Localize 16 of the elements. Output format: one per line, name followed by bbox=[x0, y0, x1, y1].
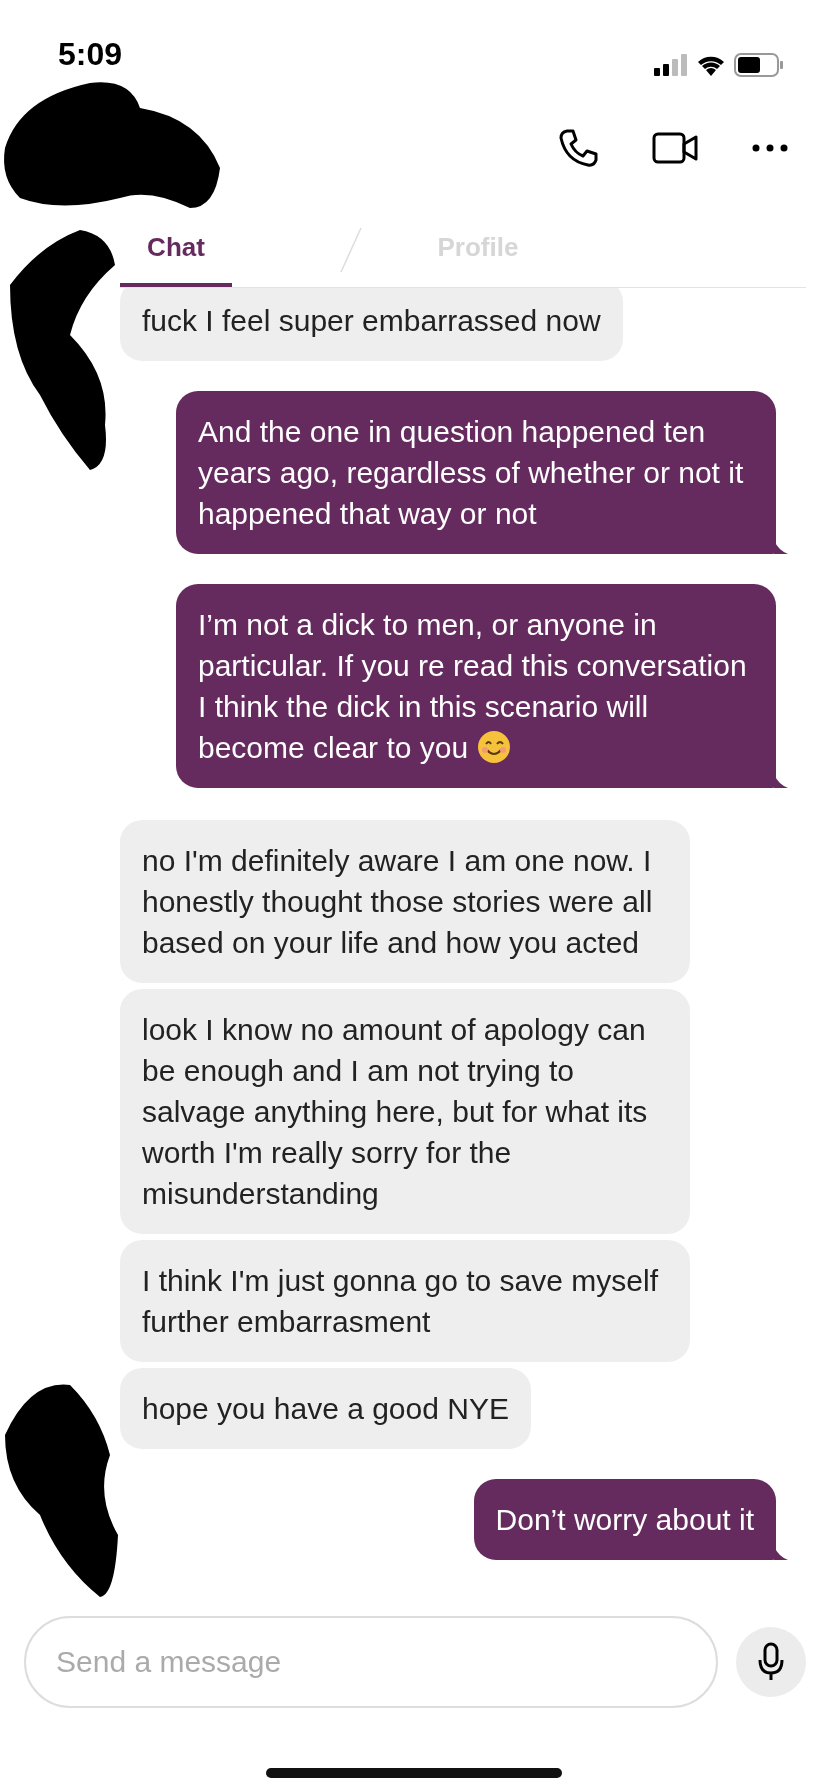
battery-icon bbox=[734, 53, 784, 77]
message-input[interactable]: Send a message bbox=[24, 1616, 718, 1708]
clock-time: 5:09 bbox=[58, 35, 123, 74]
message-text: I’m not a dick to men, or anyone in particular. If you re read this conversation I think the dick in this scenario will become clear to you bbox=[198, 608, 747, 764]
signal-icon bbox=[654, 54, 688, 76]
received-message: no I'm definitely aware I am one now. I honestly thought those stories were all based on your life and how you acted bbox=[120, 820, 690, 983]
wifi-icon bbox=[696, 54, 726, 76]
microphone-icon bbox=[758, 1642, 784, 1682]
received-message: fuck I feel super embarrassed now bbox=[120, 288, 623, 361]
more-icon[interactable] bbox=[752, 144, 788, 152]
video-camera-icon[interactable] bbox=[652, 132, 698, 164]
received-message: look I know no amount of apology can be enough and I am not trying to salvage anything here, but for what its worth I'm really sorry for the misunderstanding bbox=[120, 989, 690, 1234]
tab-divider bbox=[340, 227, 362, 273]
phone-icon[interactable] bbox=[558, 128, 598, 168]
received-message: hope you have a good NYE bbox=[120, 1368, 531, 1449]
received-message: I think I'm just gonna go to save myself further embarrasment bbox=[120, 1240, 690, 1362]
